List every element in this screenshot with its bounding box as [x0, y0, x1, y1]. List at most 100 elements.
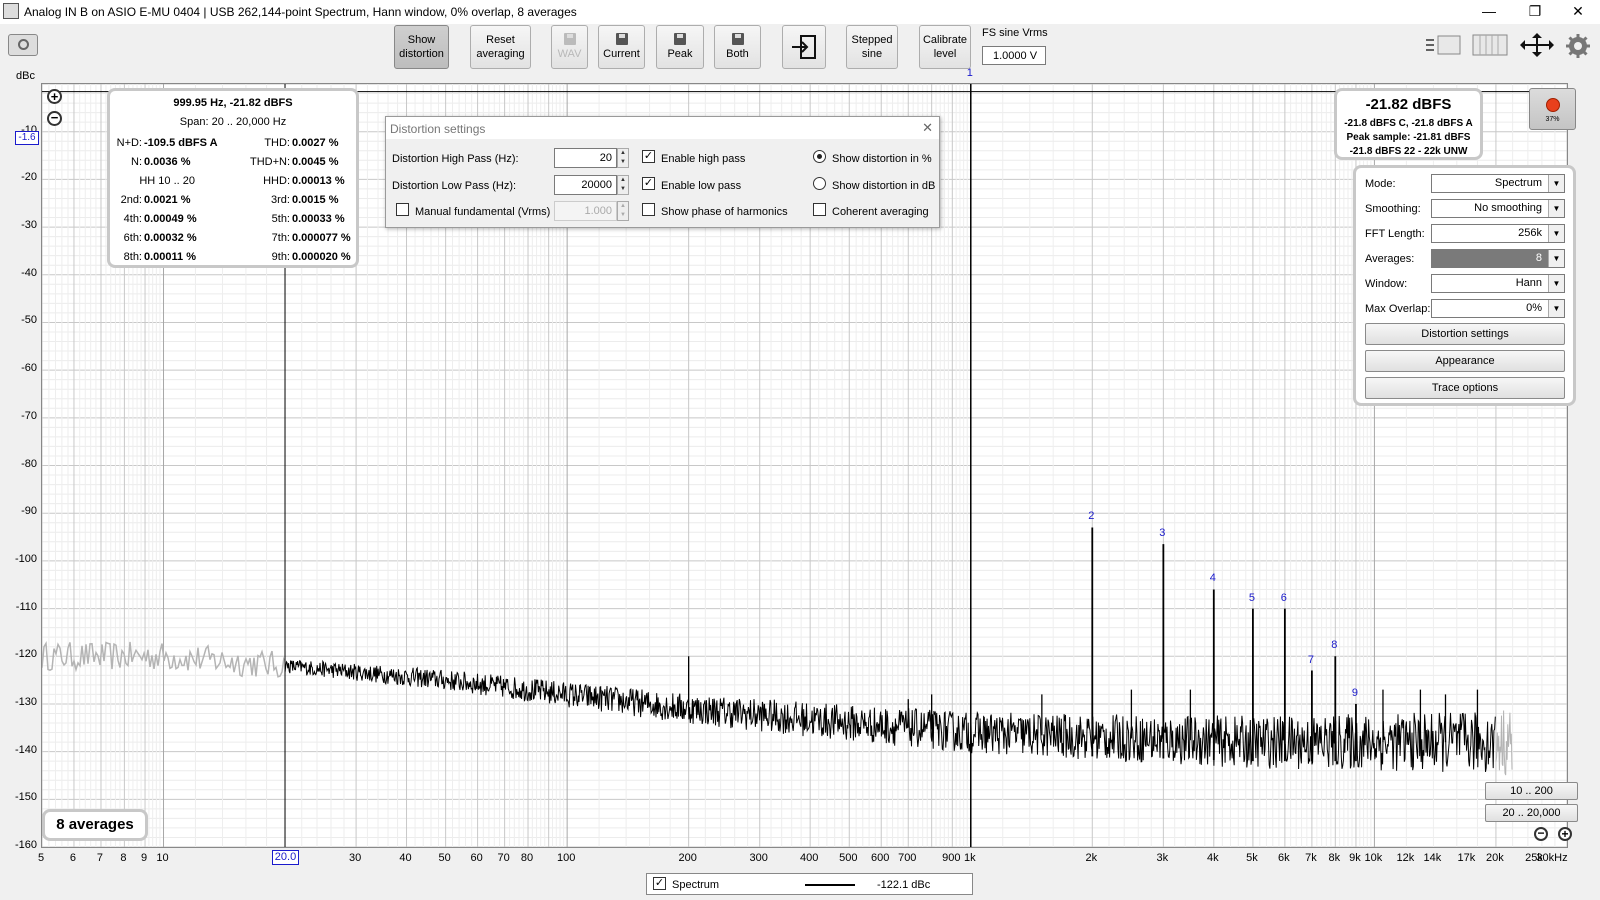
record-icon [1546, 98, 1560, 112]
export-button[interactable] [782, 25, 826, 69]
toolbar: Show distortion Reset averaging WAV Curren… [0, 24, 1600, 74]
manual-fundamental-spinner[interactable]: ▲ ▼ [617, 201, 629, 221]
x-tick-label: 30 [348, 852, 362, 864]
fs-sine-input[interactable]: 1.0000 V [982, 46, 1046, 65]
y-tick-label: -90 [21, 505, 37, 518]
trace-options-button[interactable]: Trace options [1365, 377, 1565, 399]
setting-select[interactable]: 256k ▼ [1431, 224, 1565, 243]
enable-high-pass-checkbox[interactable]: ✓ [642, 150, 655, 163]
floppy-icon [674, 33, 686, 45]
setting-value: 8 [1535, 252, 1542, 264]
y-tick-label: -100 [14, 552, 37, 565]
range-20-20000-button[interactable]: 20 .. 20,000 [1485, 804, 1578, 822]
readout-value: 0.000077 % [292, 232, 351, 244]
hp-input[interactable]: 20 [554, 148, 617, 168]
maximize-button[interactable]: ❐ [1512, 0, 1558, 24]
setting-select[interactable]: 0% ▼ [1431, 299, 1565, 318]
fit-view-icon[interactable] [1518, 32, 1556, 58]
readout-value: 0.0045 % [292, 156, 339, 168]
level-main: -21.82 dBFS [1365, 96, 1452, 113]
floppy-icon [563, 33, 576, 45]
manual-fundamental-checkbox[interactable] [396, 203, 409, 216]
show-percent-radio[interactable] [813, 150, 826, 163]
enable-low-pass-checkbox[interactable]: ✓ [642, 177, 655, 190]
cursor-mode-icon[interactable] [1424, 34, 1464, 56]
hp-spinner[interactable]: ▲ ▼ [617, 148, 629, 168]
x-tick-label: 5k [1246, 852, 1258, 864]
save-peak-button[interactable]: Peak [656, 25, 704, 69]
coherent-averaging-checkbox[interactable] [813, 203, 826, 216]
harmonic-label: 8 [1331, 639, 1338, 652]
setting-label: Max Overlap: [1365, 303, 1431, 315]
distortion-settings-button[interactable]: Distortion settings [1365, 323, 1565, 345]
zoom-in-icon[interactable]: + [47, 89, 62, 104]
x-tick-label: 400 [799, 852, 819, 864]
x-zoom-out-icon[interactable]: − [1534, 827, 1548, 841]
setting-select[interactable]: Spectrum ▼ [1431, 174, 1565, 193]
chevron-down-icon: ▼ [1548, 200, 1564, 217]
appearance-button[interactable]: Appearance [1365, 350, 1565, 372]
lp-spinner[interactable]: ▲ ▼ [617, 175, 629, 195]
readout-label: N: [131, 156, 142, 168]
y-tick-label: -80 [21, 457, 37, 470]
show-db-radio[interactable] [813, 177, 826, 190]
x-tick-label: 6k [1278, 852, 1290, 864]
x-zoom-in-icon[interactable]: + [1558, 827, 1572, 841]
setting-select[interactable]: Hann ▼ [1431, 274, 1565, 293]
readout-label: THD+N: [249, 156, 290, 168]
x-tick-label: 10 [156, 852, 169, 864]
readout-value: 0.00032 % [144, 232, 197, 244]
enable-high-pass-label: Enable high pass [661, 153, 746, 165]
record-button[interactable]: 37% [1529, 88, 1576, 130]
y-tick-label: -30 [21, 219, 37, 232]
x-tick-label: 100 [556, 852, 576, 864]
x-tick-label: 30kHz [1536, 852, 1568, 864]
harmonic-label: 7 [1307, 653, 1314, 666]
legend-line-swatch [805, 884, 855, 886]
calibrate-level-button[interactable]: Calibrate level [919, 25, 971, 69]
chevron-down-icon: ▼ [1548, 225, 1564, 242]
setting-select[interactable]: 8 ▼ [1431, 249, 1565, 268]
show-phase-checkbox[interactable] [642, 203, 655, 216]
y-tick-label: -40 [21, 266, 37, 279]
dialog-close-icon[interactable]: ✕ [922, 120, 933, 136]
wav-button[interactable]: WAV [551, 25, 588, 69]
hp-label: Distortion High Pass (Hz): [392, 153, 519, 165]
harmonic-label: 4 [1209, 572, 1216, 585]
y-tick-label: -70 [21, 409, 37, 422]
stepped-sine-button[interactable]: Stepped sine [846, 25, 898, 69]
readout-value: -109.5 dBFS A [144, 137, 218, 149]
spectrum-visible-checkbox[interactable]: ✓ [653, 877, 666, 890]
manual-fundamental-input[interactable]: 1.000 [554, 201, 617, 221]
save-current-button[interactable]: Current [598, 25, 645, 69]
window-title: Analog IN B on ASIO E-MU 0404 | USB 262,… [24, 5, 577, 19]
layout-icon[interactable] [1472, 34, 1508, 56]
zoom-out-icon[interactable]: − [47, 111, 62, 126]
save-both-button[interactable]: Both [714, 25, 761, 69]
setting-label: Mode: [1365, 178, 1396, 190]
range-10-200-button[interactable]: 10 .. 200 [1485, 782, 1578, 800]
manual-fundamental-label: Manual fundamental (Vrms) [415, 206, 551, 218]
reset-averaging-button[interactable]: Reset averaging [470, 25, 531, 69]
setting-select[interactable]: No smoothing ▼ [1431, 199, 1565, 218]
level-readout-panel: -21.82 dBFS -21.8 dBFS C, -21.8 dBFS A P… [1334, 88, 1483, 160]
setting-value: No smoothing [1474, 202, 1542, 214]
setting-label: Smoothing: [1365, 203, 1421, 215]
gear-icon[interactable] [1566, 34, 1590, 58]
readout-value: 0.0015 % [292, 194, 339, 206]
readout-label: 6th: [123, 232, 142, 244]
readout-value: 0.000020 % [292, 251, 351, 263]
close-button[interactable]: ✕ [1556, 0, 1600, 24]
setting-value: 256k [1518, 227, 1542, 239]
setting-label: FFT Length: [1365, 228, 1425, 240]
readout-label: 7th: [271, 232, 290, 244]
distortion-settings-dialog: Distortion settings ✕ Distortion High Pa… [385, 116, 940, 228]
y-tick-label: -60 [21, 362, 37, 375]
setting-value: 0% [1526, 302, 1542, 314]
show-distortion-button[interactable]: Show distortion [394, 25, 449, 69]
readout-value: 0.0021 % [144, 194, 191, 206]
lp-input[interactable]: 20000 [554, 175, 617, 195]
minimize-button[interactable]: — [1466, 0, 1512, 24]
y-tick-label: -50 [21, 314, 37, 327]
camera-icon[interactable] [8, 34, 38, 56]
